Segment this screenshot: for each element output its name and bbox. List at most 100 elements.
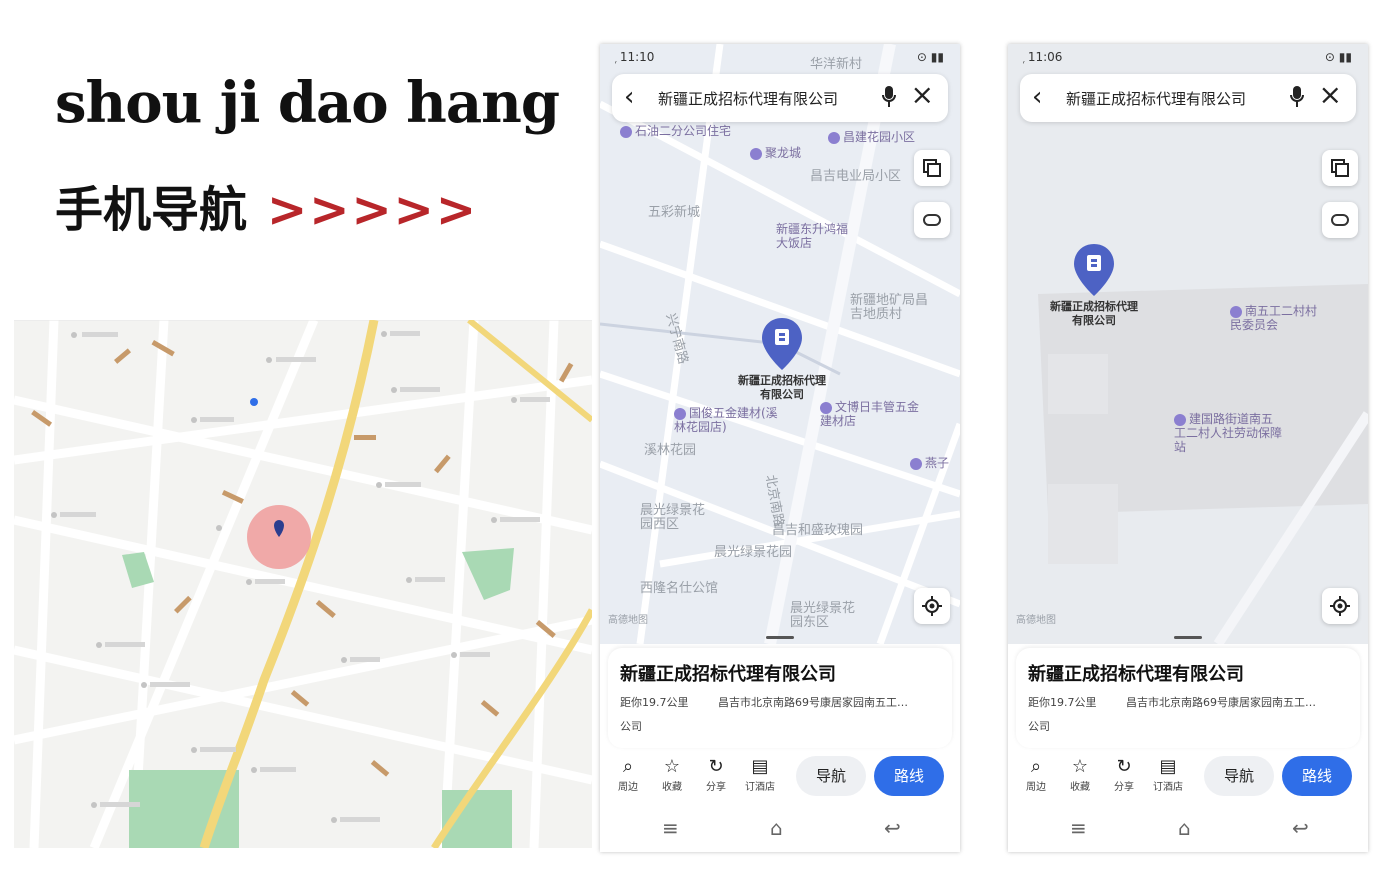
back-nav-icon[interactable]: ↩ [1292, 816, 1309, 840]
heading-chinese: 手机导航 >>>>> [55, 170, 478, 240]
subway-toggle-button[interactable] [914, 202, 950, 238]
back-icon[interactable]: ‹ [1032, 82, 1042, 112]
area-label: 溪林花园 [644, 443, 697, 458]
locate-icon [1330, 596, 1350, 616]
place-card[interactable]: 新疆正成招标代理有限公司 距你19.7公里 昌吉市北京南路69号康居家园南五工…… [1016, 648, 1360, 748]
status-time: ᷊ 11:10 [616, 50, 655, 64]
area-label: 五彩新城 [648, 205, 701, 220]
share-button[interactable]: ↻ 分享 [1106, 756, 1142, 793]
favorite-button[interactable]: ☆ 收藏 [1062, 756, 1098, 793]
area-label: 晨光绿景花园东区 [790, 601, 856, 630]
poi-label[interactable]: 建国路街道南五工二村人社劳动保障站 [1174, 412, 1284, 454]
layers-button[interactable] [1322, 150, 1358, 186]
navigate-button[interactable]: 导航 [1204, 756, 1274, 796]
star-icon: ☆ [663, 756, 681, 777]
phone-screen-2: ᷊ 11:06 ⊙ ▮▮ ‹ 新疆正成招标代理有限公司 × 南五工二村村民委员会 … [1008, 44, 1368, 852]
search-bar[interactable]: ‹ 新疆正成招标代理有限公司 × [612, 74, 948, 122]
place-distance: 距你19.7公里 [620, 696, 689, 709]
heading-chinese-text: 手机导航 [55, 182, 248, 238]
place-address-continued: 公司 [1028, 720, 1050, 733]
home-icon[interactable]: ⌂ [1178, 816, 1191, 840]
menu-icon[interactable]: ≡ [1070, 816, 1087, 840]
nearby-button[interactable]: ⌕ 周边 [1018, 756, 1054, 793]
nearby-button[interactable]: ⌕ 周边 [610, 756, 646, 793]
phone2-map[interactable] [1008, 44, 1368, 644]
action-bar: ⌕ 周边 ☆ 收藏 ↻ 分享 ▤ 订酒店 导航 路线 [1008, 750, 1368, 804]
microphone-icon[interactable] [1290, 86, 1304, 108]
menu-icon[interactable]: ≡ [662, 816, 679, 840]
book-hotel-button[interactable]: ▤ 订酒店 [1150, 756, 1186, 793]
locate-button[interactable] [1322, 588, 1358, 624]
status-time: ᷊ 11:06 [1024, 50, 1063, 64]
poi-label[interactable]: 南五工二村村民委员会 [1230, 304, 1326, 332]
area-label: 新疆地矿局昌吉地质村 [850, 293, 929, 322]
area-label: 晨光绿景花园西区 [640, 503, 706, 532]
area-label: 晨光绿景花园 [714, 545, 793, 560]
poi-label[interactable]: 国俊五金建材(溪林花园店) [674, 406, 784, 434]
search-input[interactable]: 新疆正成招标代理有限公司 [1066, 88, 1246, 109]
book-hotel-button[interactable]: ▤ 订酒店 [742, 756, 778, 793]
system-nav-bar: ≡ ⌂ ↩ [600, 806, 960, 852]
poi-label[interactable]: 聚龙城 [750, 146, 801, 160]
route-button[interactable]: 路线 [874, 756, 944, 796]
locate-button[interactable] [914, 588, 950, 624]
heading-english: shou ji dao hang [55, 70, 560, 136]
share-button[interactable]: ↻ 分享 [698, 756, 734, 793]
place-address-continued: 公司 [620, 720, 642, 733]
favorite-button[interactable]: ☆ 收藏 [654, 756, 690, 793]
search-input[interactable]: 新疆正成招标代理有限公司 [658, 88, 838, 109]
status-indicators: ⊙ ▮▮ [916, 50, 944, 64]
location-pin-icon[interactable] [1072, 242, 1116, 298]
status-indicators: ⊙ ▮▮ [1324, 50, 1352, 64]
overview-map[interactable] [14, 320, 592, 848]
hotel-icon: ▤ [751, 756, 769, 777]
overview-map-graphic [14, 320, 592, 848]
back-nav-icon[interactable]: ↩ [884, 816, 901, 840]
search-bar[interactable]: ‹ 新疆正成招标代理有限公司 × [1020, 74, 1356, 122]
microphone-icon[interactable] [882, 86, 896, 108]
toggle-icon [923, 214, 941, 226]
layers-icon [1331, 159, 1349, 177]
phone2-map-graphic [1008, 44, 1368, 644]
navigate-button[interactable]: 导航 [796, 756, 866, 796]
poi-label[interactable]: 石油二分公司住宅 [620, 124, 731, 138]
drag-handle[interactable] [766, 636, 794, 639]
area-label: 昌吉和盛玫瑰园 [772, 523, 864, 538]
poi-label[interactable]: 昌建花园小区 [828, 130, 915, 144]
close-icon[interactable]: × [911, 80, 934, 110]
phone-screen-1: ᷊ 11:10 ⊙ ▮▮ ‹ 新疆正成招标代理有限公司 × 石油二分公司住宅 聚龙… [600, 44, 960, 852]
back-icon[interactable]: ‹ [624, 82, 634, 112]
location-pin-icon[interactable] [760, 316, 804, 372]
layers-icon [923, 159, 941, 177]
status-bar: ᷊ 11:10 ⊙ ▮▮ [600, 44, 960, 72]
poi-label[interactable]: 新疆东升鸿福大饭店 [776, 222, 856, 250]
star-icon: ☆ [1071, 756, 1089, 777]
decorative-arrows: >>>>> [267, 182, 479, 238]
place-name: 新疆正成招标代理有限公司 [1028, 664, 1244, 685]
poi-label[interactable]: 文博日丰管五金建材店 [820, 400, 920, 428]
poi-label[interactable]: 燕子 [910, 456, 949, 470]
home-icon[interactable]: ⌂ [770, 816, 783, 840]
toggle-icon [1331, 214, 1349, 226]
drag-handle[interactable] [1174, 636, 1202, 639]
share-icon: ↻ [1116, 756, 1132, 777]
place-name: 新疆正成招标代理有限公司 [620, 664, 836, 685]
action-bar: ⌕ 周边 ☆ 收藏 ↻ 分享 ▤ 订酒店 导航 路线 [600, 750, 960, 804]
subway-toggle-button[interactable] [1322, 202, 1358, 238]
place-card[interactable]: 新疆正成招标代理有限公司 距你19.7公里 昌吉市北京南路69号康居家园南五工…… [608, 648, 952, 748]
pin-label: 新疆正成招标代理有限公司 [738, 374, 826, 401]
place-distance: 距你19.7公里 [1028, 696, 1097, 709]
map-watermark: 高德地图 [1016, 615, 1056, 626]
pin-label: 新疆正成招标代理有限公司 [1050, 300, 1138, 327]
place-address: 昌吉市北京南路69号康居家园南五工… [1126, 696, 1316, 709]
hotel-icon: ▤ [1159, 756, 1177, 777]
layers-button[interactable] [914, 150, 950, 186]
map-watermark: 高德地图 [608, 615, 648, 626]
search-icon: ⌕ [622, 756, 634, 777]
system-nav-bar: ≡ ⌂ ↩ [1008, 806, 1368, 852]
route-button[interactable]: 路线 [1282, 756, 1352, 796]
place-address: 昌吉市北京南路69号康居家园南五工… [718, 696, 908, 709]
close-icon[interactable]: × [1319, 80, 1342, 110]
locate-icon [922, 596, 942, 616]
poi-label[interactable]: 昌吉电业局小区 [810, 170, 901, 184]
